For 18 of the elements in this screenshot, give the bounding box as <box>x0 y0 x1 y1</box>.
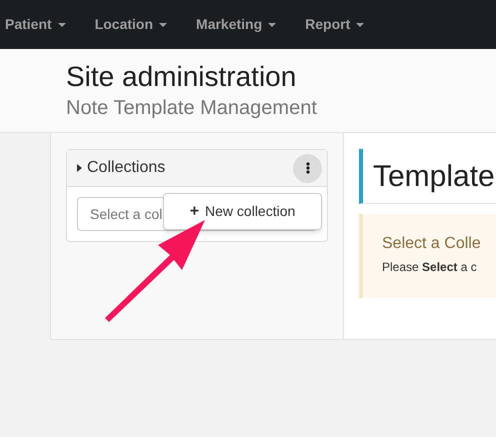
page-title: Site administration <box>66 60 298 94</box>
menu-item[interactable]: + New collection <box>190 201 296 222</box>
more-options-button[interactable] <box>293 154 322 182</box>
caret-icon <box>58 22 66 26</box>
template-heading: Template <box>359 149 496 204</box>
plus-icon: + <box>190 204 200 220</box>
caret-icon <box>268 22 276 26</box>
caret-icon <box>356 22 364 26</box>
nav-menu[interactable]: Marketing <box>196 14 276 35</box>
nav-menu[interactable]: Location <box>94 14 168 35</box>
caret-icon <box>77 164 82 172</box>
kebab-icon <box>306 162 310 174</box>
page-subtitle: Note Template Management <box>66 96 318 121</box>
caret-icon <box>159 22 168 26</box>
nav-menu[interactable]: Report <box>305 14 364 35</box>
alert-title: Select a Colle <box>382 234 482 254</box>
nav-menu[interactable]: Patient <box>5 14 66 35</box>
alert-message: Please Select a c <box>382 259 478 276</box>
